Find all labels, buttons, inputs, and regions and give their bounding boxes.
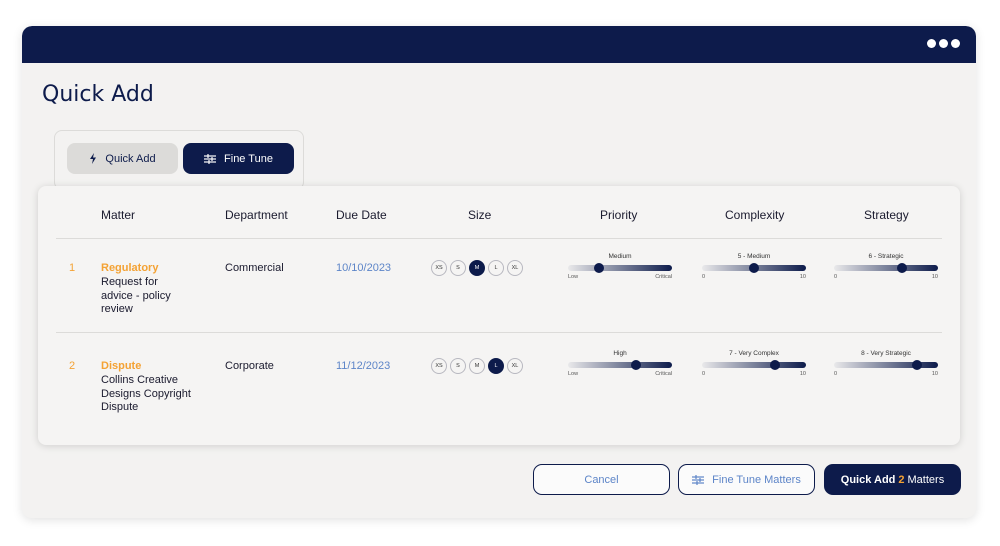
sliders-icon (692, 474, 705, 485)
slider-thumb[interactable] (769, 360, 780, 370)
priority-slider[interactable]: High Low Critical (568, 350, 672, 380)
fine-tune-tab-label: Fine Tune (224, 152, 273, 165)
strategy-value: 8 - Very Strategic (861, 350, 911, 357)
complexity-slider[interactable]: 7 - Very Complex 0 10 (702, 350, 806, 380)
size-selector: XS S M L XL (431, 358, 523, 374)
quick-add-prefix: Quick Add (840, 473, 896, 486)
cancel-button-label: Cancel (584, 473, 619, 486)
slider-min: 0 (702, 274, 706, 280)
slider-track[interactable] (568, 265, 672, 271)
mode-toggle: Quick Add Fine Tune (54, 130, 304, 190)
matter-title[interactable]: Regulatory (101, 262, 158, 274)
page-title: Quick Add (42, 82, 154, 107)
header-matter: Matter (101, 208, 136, 222)
quick-add-count: 2 (898, 473, 905, 486)
quick-add-tab[interactable]: Quick Add (67, 143, 178, 174)
fine-tune-matters-label: Fine Tune Matters (712, 473, 801, 486)
size-option-xs[interactable]: XS (431, 358, 447, 374)
slider-thumb[interactable] (630, 360, 641, 370)
row-number: 2 (69, 360, 76, 372)
slider-max: 10 (799, 371, 806, 377)
fine-tune-matters-button[interactable]: Fine Tune Matters (678, 464, 815, 495)
matters-table: Matter Department Due Date Size Priority… (38, 186, 960, 445)
title-bar (22, 26, 976, 63)
app-window: Quick Add Quick Add Fine Tune Matter Dep… (22, 26, 976, 518)
size-option-m[interactable]: M (469, 358, 485, 374)
complexity-slider[interactable]: 5 - Medium 0 10 (702, 253, 806, 283)
slider-thumb[interactable] (594, 263, 605, 273)
cancel-button[interactable]: Cancel (533, 464, 670, 495)
sliders-icon (204, 153, 217, 164)
priority-value: High (613, 350, 627, 357)
strategy-slider[interactable]: 8 - Very Strategic 0 10 (834, 350, 938, 380)
more-dots-icon[interactable] (927, 39, 960, 48)
row-divider (56, 332, 942, 333)
slider-track[interactable] (568, 362, 672, 368)
size-option-s[interactable]: S (450, 260, 466, 276)
header-due-date: Due Date (336, 208, 387, 222)
priority-value: Medium (608, 253, 632, 260)
slider-min: Low (568, 274, 579, 280)
department: Corporate (225, 360, 274, 372)
size-option-xs[interactable]: XS (431, 260, 447, 276)
slider-thumb[interactable] (912, 360, 923, 370)
size-option-l[interactable]: L (488, 260, 504, 276)
slider-max: Critical (655, 274, 672, 280)
header-size: Size (468, 208, 492, 222)
header-complexity: Complexity (725, 208, 785, 222)
complexity-value: 5 - Medium (737, 253, 771, 260)
size-option-xl[interactable]: XL (507, 260, 523, 276)
size-option-l[interactable]: L (488, 358, 504, 374)
slider-max: 10 (931, 274, 938, 280)
slider-max: 10 (799, 274, 806, 280)
strategy-value: 6 - Strategic (868, 253, 904, 260)
header-strategy: Strategy (864, 208, 909, 222)
size-option-xl[interactable]: XL (507, 358, 523, 374)
slider-max: Critical (655, 371, 672, 377)
lightning-icon (90, 153, 97, 164)
slider-track[interactable] (834, 362, 938, 368)
row-number: 1 (69, 262, 76, 274)
complexity-value: 7 - Very Complex (729, 350, 779, 357)
due-date[interactable]: 10/10/2023 (336, 262, 391, 274)
department: Commercial (225, 262, 284, 274)
slider-max: 10 (931, 371, 938, 377)
slider-thumb[interactable] (749, 263, 759, 273)
fine-tune-tab[interactable]: Fine Tune (183, 143, 294, 174)
header-priority: Priority (600, 208, 638, 222)
due-date[interactable]: 11/12/2023 (336, 360, 390, 372)
matter-description: Request for advice - policy review (101, 276, 171, 315)
slider-min: 0 (834, 274, 838, 280)
size-option-m[interactable]: M (469, 260, 485, 276)
size-option-s[interactable]: S (450, 358, 466, 374)
matter-description: Collins Creative Designs Copyright Dispu… (101, 374, 191, 413)
header-divider (56, 238, 942, 239)
header-department: Department (225, 208, 288, 222)
slider-min: 0 (834, 371, 838, 377)
quick-add-suffix: Matters (907, 473, 945, 486)
matter-title[interactable]: Dispute (101, 360, 141, 372)
quick-add-tab-label: Quick Add (105, 152, 156, 165)
slider-thumb[interactable] (896, 263, 907, 273)
strategy-slider[interactable]: 6 - Strategic 0 10 (834, 253, 938, 283)
slider-track[interactable] (834, 265, 938, 271)
slider-min: Low (568, 371, 579, 377)
quick-add-matters-button[interactable]: Quick Add 2 Matters (824, 464, 961, 495)
priority-slider[interactable]: Medium Low Critical (568, 253, 672, 283)
size-selector: XS S M L XL (431, 260, 523, 276)
slider-min: 0 (702, 371, 706, 377)
slider-track[interactable] (702, 362, 806, 368)
